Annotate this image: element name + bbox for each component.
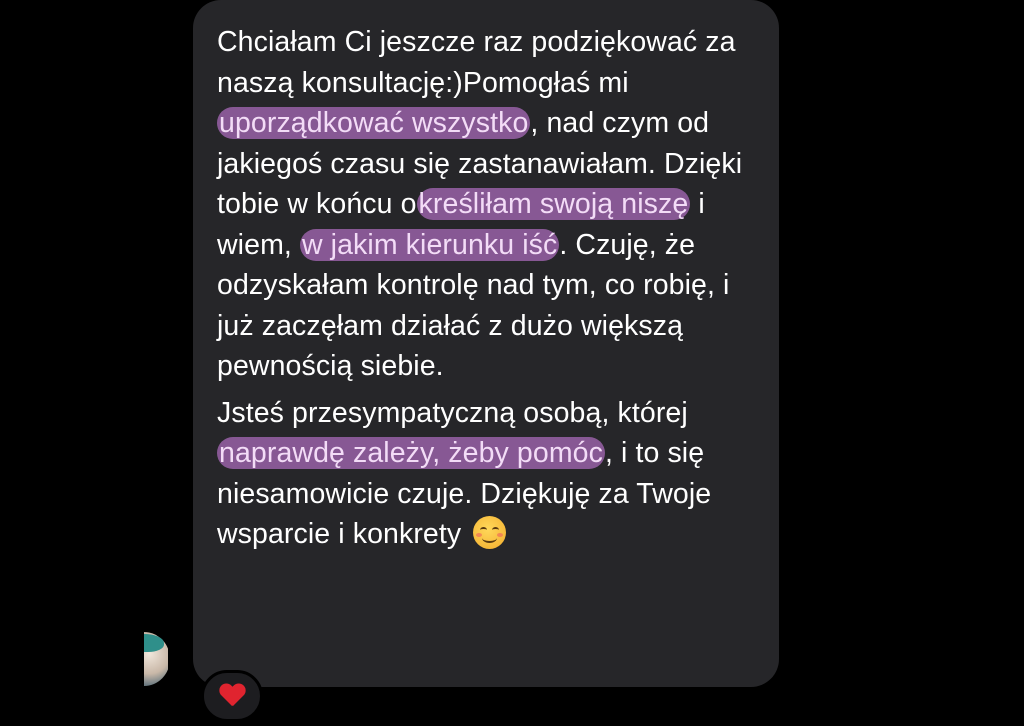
message-paragraph-1: Chciałam Ci jeszcze raz podziękować za n…: [217, 22, 749, 387]
smiling-face-icon: [473, 516, 507, 549]
chat-screen: Chciałam Ci jeszcze raz podziękować za n…: [0, 0, 1024, 726]
highlighted-text: naprawdę zależy, żeby pomóc: [217, 437, 605, 469]
sender-avatar[interactable]: [144, 632, 168, 686]
message-paragraph-2: Jsteś przesympatyczną osobą, której napr…: [217, 393, 749, 555]
message-bubble[interactable]: Chciałam Ci jeszcze raz podziękować za n…: [193, 0, 779, 687]
message-text-segment: Jsteś przesympatyczną osobą, której: [217, 396, 688, 429]
highlighted-text: kreśliłam swoją niszę: [416, 188, 691, 220]
highlighted-text: uporządkować wszystko: [217, 107, 531, 139]
reaction-badge[interactable]: [201, 670, 263, 722]
highlighted-text: w jakim kierunku iść: [299, 228, 560, 261]
heart-icon: [219, 684, 245, 708]
message-text-segment: Chciałam Ci jeszcze raz podziękować za n…: [217, 26, 736, 99]
